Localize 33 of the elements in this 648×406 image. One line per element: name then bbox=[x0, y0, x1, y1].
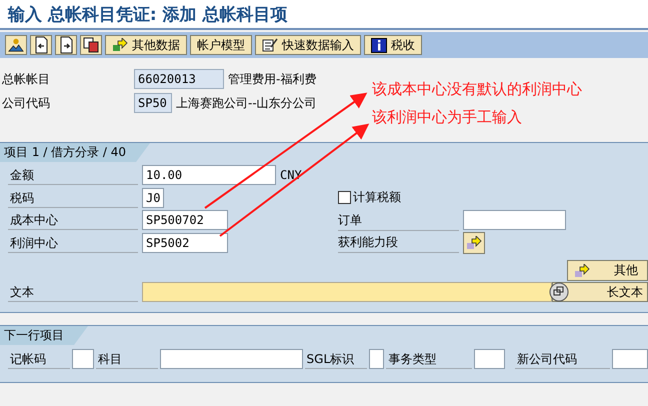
toolbar-button[interactable]: 快速数据输入 bbox=[255, 35, 361, 55]
annotation-text: 该成本中心没有默认的利润中心 bbox=[372, 80, 582, 99]
toolbar-button[interactable]: 其他数据 bbox=[105, 35, 187, 55]
field-label: 利润中心 bbox=[8, 232, 138, 253]
field-label: SGL标识 bbox=[304, 349, 368, 369]
cost-center-field[interactable]: SP500702 bbox=[142, 210, 228, 230]
field-label: 事务类型 bbox=[386, 349, 472, 369]
field-label: 科目 bbox=[96, 349, 158, 369]
toolbar-button[interactable]: 税收 bbox=[364, 35, 422, 55]
toolbar-button[interactable]: 帐户模型 bbox=[190, 35, 252, 55]
field-label: 获利能力段 bbox=[338, 232, 459, 254]
field-label: 新公司代码 bbox=[515, 349, 610, 369]
readonly-field: SP50 bbox=[134, 93, 172, 113]
currency-label: CNY bbox=[280, 168, 302, 182]
annotation-text: 该利润中心为手工输入 bbox=[372, 108, 522, 127]
readonly-field: 66020013 bbox=[134, 69, 224, 89]
checkbox-label: 计算税额 bbox=[353, 189, 401, 206]
tax-code-field[interactable]: J0 bbox=[142, 188, 164, 208]
window-title: 输入 总帐科目凭证: 添加 总帐科目项 bbox=[8, 4, 288, 26]
more-button[interactable]: 其他 bbox=[567, 260, 648, 281]
long-text-button[interactable]: 长文本 bbox=[552, 282, 648, 302]
amount-field[interactable]: 10.00 bbox=[142, 165, 276, 186]
field-label: 税码 bbox=[8, 188, 138, 208]
field-label: 订单 bbox=[338, 210, 459, 231]
profit-center-field[interactable]: SP5002 bbox=[142, 232, 228, 253]
field-label: 记帐码 bbox=[8, 349, 70, 369]
field-label: 文本 bbox=[8, 282, 138, 302]
field-label: 成本中心 bbox=[8, 210, 138, 230]
field-label: 公司代码 bbox=[1, 95, 51, 112]
field-label: 总帐帐目 bbox=[1, 71, 51, 88]
field-label: 金额 bbox=[8, 165, 138, 186]
field-description: 上海赛跑公司--山东分公司 bbox=[176, 94, 317, 112]
field-description: 管理费用-福利费 bbox=[228, 70, 316, 88]
